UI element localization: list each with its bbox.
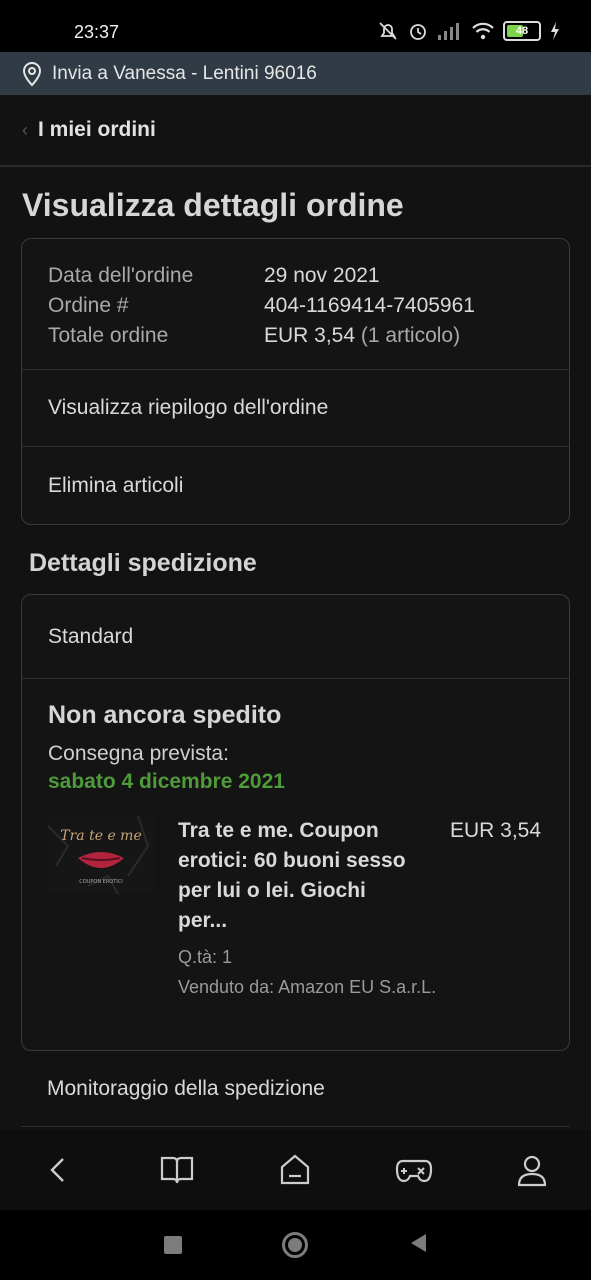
order-total-amount: EUR 3,54 xyxy=(264,324,356,347)
status-time: 23:37 xyxy=(74,22,120,42)
view-order-summary-link[interactable]: Visualizza riepilogo dell'ordine xyxy=(22,370,569,447)
order-total-row: Totale ordine EUR 3,54 (1 articolo) xyxy=(48,321,543,351)
profile-icon[interactable] xyxy=(502,1140,562,1200)
product-thumbnail[interactable]: Tra te e me COUPON EROTICI xyxy=(48,816,154,894)
shipping-method: Standard xyxy=(22,595,569,679)
book-icon[interactable] xyxy=(147,1140,207,1200)
battery-icon: 48 xyxy=(503,21,541,41)
product-cover-image: Tra te e me COUPON EROTICI xyxy=(48,816,154,894)
order-date-label: Data dell'ordine xyxy=(48,264,194,287)
back-triangle-icon[interactable] xyxy=(408,1232,428,1259)
main-content: ‹ I miei ordini Visualizza dettagli ordi… xyxy=(0,95,591,1130)
alarm-icon xyxy=(410,24,426,40)
shipment-status: Non ancora spedito xyxy=(48,701,282,729)
wifi-icon xyxy=(472,22,494,40)
order-item[interactable]: Tra te e me COUPON EROTICI Tra te e me. … xyxy=(48,816,543,1002)
system-navigation xyxy=(0,1210,591,1280)
item-seller: Venduto da: Amazon EU S.a.r.L. xyxy=(178,977,437,997)
item-text: Tra te e me. Coupon erotici: 60 buoni se… xyxy=(178,816,437,1002)
track-shipment-link[interactable]: Monitoraggio della spedizione xyxy=(21,1051,570,1127)
back-to-orders-link[interactable]: ‹ I miei ordini xyxy=(0,95,591,167)
order-date-row: Data dell'ordine 29 nov 2021 xyxy=(48,261,543,291)
status-bar: 23:37 48 xyxy=(0,0,591,56)
order-number-row: Ordine # 404-1169414-7405961 xyxy=(48,291,543,321)
gamepad-icon[interactable] xyxy=(384,1140,444,1200)
order-number-label: Ordine # xyxy=(48,294,129,317)
svg-text:COUPON EROTICI: COUPON EROTICI xyxy=(79,879,122,885)
svg-text:Tra te e me: Tra te e me xyxy=(60,828,141,844)
order-summary: Data dell'ordine 29 nov 2021 Ordine # 40… xyxy=(22,239,569,370)
back-label: I miei ordini xyxy=(38,118,156,141)
item-title[interactable]: Tra te e me. Coupon erotici: 60 buoni se… xyxy=(178,816,420,936)
mute-bell-icon xyxy=(379,22,397,40)
order-total-items: (1 articolo) xyxy=(360,324,461,347)
location-pin-icon xyxy=(22,61,42,86)
bottom-navigation xyxy=(0,1130,591,1210)
chevron-left-icon: ‹ xyxy=(22,119,28,140)
shipment-card: Standard Non ancora spedito Consegna pre… xyxy=(21,594,570,1051)
shipment-body: Non ancora spedito Consegna prevista: sa… xyxy=(22,679,569,1050)
status-icons: 48 xyxy=(377,20,561,42)
delete-items-link[interactable]: Elimina articoli xyxy=(22,447,569,524)
back-icon[interactable] xyxy=(29,1140,89,1200)
order-total-value: EUR 3,54 (1 articolo) xyxy=(264,321,460,351)
page-title: Visualizza dettagli ordine xyxy=(22,187,404,223)
signal-icon xyxy=(438,23,459,40)
home-circle-icon[interactable] xyxy=(281,1232,308,1258)
order-summary-card: Data dell'ordine 29 nov 2021 Ordine # 40… xyxy=(21,238,570,525)
order-total-label: Totale ordine xyxy=(48,324,169,347)
home-icon[interactable] xyxy=(265,1140,325,1200)
item-price: EUR 3,54 xyxy=(450,819,542,842)
order-date-value: 29 nov 2021 xyxy=(264,264,380,287)
expected-delivery-date: sabato 4 dicembre 2021 xyxy=(48,770,285,793)
recents-icon[interactable] xyxy=(163,1236,182,1254)
order-number-value: 404-1169414-7405961 xyxy=(264,294,475,317)
item-quantity: Q.tà: 1 xyxy=(178,947,233,967)
charging-icon xyxy=(551,22,559,40)
deliver-to-bar[interactable]: Invia a Vanessa - Lentini 96016 xyxy=(0,52,591,95)
deliver-to-text: Invia a Vanessa - Lentini 96016 xyxy=(52,62,317,84)
expected-delivery-label: Consegna prevista: xyxy=(48,742,229,765)
shipping-section-title: Dettagli spedizione xyxy=(29,549,257,577)
